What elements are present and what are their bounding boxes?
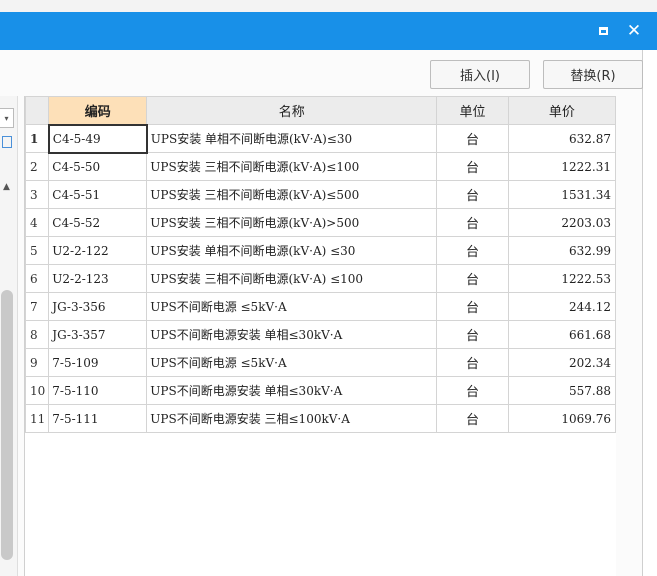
header-code[interactable]: 编码 bbox=[48, 96, 148, 125]
row-number: 5 bbox=[24, 236, 50, 265]
row-number: 2 bbox=[24, 152, 50, 181]
cell-price[interactable]: 1531.34 bbox=[507, 180, 617, 209]
cell-code[interactable]: U2-2-123 bbox=[48, 264, 148, 293]
table-row[interactable]: 6 U2-2-123 UPS安装 三相不间断电源(kV·A) ≤100 台 12… bbox=[24, 264, 617, 293]
row-number: 9 bbox=[24, 348, 50, 377]
cell-unit[interactable]: 台 bbox=[436, 180, 509, 209]
cell-name[interactable]: UPS不间断电源 ≤5kV·A bbox=[146, 348, 438, 377]
cell-unit[interactable]: 台 bbox=[436, 236, 509, 265]
table-row[interactable]: 11 7-5-111 UPS不间断电源安装 三相≤100kV·A 台 1069.… bbox=[24, 404, 617, 433]
row-number: 10 bbox=[24, 376, 50, 405]
insert-button[interactable]: 插入(I) bbox=[430, 60, 530, 89]
cell-unit[interactable]: 台 bbox=[436, 292, 509, 321]
cell-code[interactable]: C4-5-49 bbox=[47, 123, 148, 154]
cell-code[interactable]: 7-5-111 bbox=[48, 404, 148, 433]
cell-unit[interactable]: 台 bbox=[436, 264, 509, 293]
cell-unit[interactable]: 台 bbox=[436, 124, 509, 153]
replace-button[interactable]: 替换(R) bbox=[543, 60, 643, 89]
corner-cell bbox=[24, 96, 50, 125]
table-row[interactable]: 3 C4-5-51 UPS安装 三相不间断电源(kV·A)≤500 台 1531… bbox=[24, 180, 617, 209]
cell-price[interactable]: 661.68 bbox=[507, 320, 617, 349]
cell-price[interactable]: 1222.53 bbox=[507, 264, 617, 293]
cell-code[interactable]: JG-3-357 bbox=[48, 320, 148, 349]
cell-code[interactable]: 7-5-109 bbox=[48, 348, 148, 377]
left-scrollbar-thumb[interactable] bbox=[1, 290, 13, 560]
results-grid: 编码 名称 单位 单价 1 C4-5-49 UPS安装 单相不间断电源(kV·A… bbox=[24, 96, 617, 576]
dialog-titlebar[interactable]: ✕ bbox=[0, 12, 657, 50]
background-area bbox=[643, 50, 657, 576]
maximize-icon[interactable] bbox=[589, 12, 617, 50]
row-number: 3 bbox=[24, 180, 50, 209]
background-window-strip bbox=[0, 0, 657, 12]
cell-price[interactable]: 2203.03 bbox=[507, 208, 617, 237]
cell-unit[interactable]: 台 bbox=[436, 320, 509, 349]
table-row[interactable]: 1 C4-5-49 UPS安装 单相不间断电源(kV·A)≤30 台 632.8… bbox=[24, 123, 617, 154]
header-unit[interactable]: 单位 bbox=[436, 96, 509, 125]
row-number: 6 bbox=[24, 264, 50, 293]
cell-price[interactable]: 202.34 bbox=[507, 348, 617, 377]
cell-code[interactable]: C4-5-51 bbox=[48, 180, 148, 209]
header-name[interactable]: 名称 bbox=[146, 96, 438, 125]
cell-name[interactable]: UPS安装 三相不间断电源(kV·A) ≤100 bbox=[146, 264, 438, 293]
row-number: 4 bbox=[24, 208, 50, 237]
table-row[interactable]: 5 U2-2-122 UPS安装 单相不间断电源(kV·A) ≤30 台 632… bbox=[24, 236, 617, 265]
cell-price[interactable]: 1222.31 bbox=[507, 152, 617, 181]
cell-name[interactable]: UPS安装 三相不间断电源(kV·A)≤100 bbox=[146, 152, 438, 181]
cell-unit[interactable]: 台 bbox=[436, 208, 509, 237]
chevron-down-icon[interactable]: ▾ bbox=[0, 108, 14, 128]
cell-code[interactable]: C4-5-50 bbox=[48, 152, 148, 181]
quota-table: 编码 名称 单位 单价 1 C4-5-49 UPS安装 单相不间断电源(kV·A… bbox=[24, 96, 617, 433]
table-row[interactable]: 2 C4-5-50 UPS安装 三相不间断电源(kV·A)≤100 台 1222… bbox=[24, 152, 617, 181]
table-row[interactable]: 4 C4-5-52 UPS安装 三相不间断电源(kV·A)>500 台 2203… bbox=[24, 208, 617, 237]
cell-name[interactable]: UPS不间断电源安装 单相≤30kV·A bbox=[146, 320, 438, 349]
cell-code[interactable]: JG-3-356 bbox=[48, 292, 148, 321]
row-number: 11 bbox=[24, 404, 50, 433]
table-row[interactable]: 7 JG-3-356 UPS不间断电源 ≤5kV·A 台 244.12 bbox=[24, 292, 617, 321]
cell-code[interactable]: C4-5-52 bbox=[48, 208, 148, 237]
cell-unit[interactable]: 台 bbox=[436, 404, 509, 433]
cell-name[interactable]: UPS不间断电源安装 三相≤100kV·A bbox=[146, 404, 438, 433]
document-icon[interactable] bbox=[2, 136, 12, 148]
cell-price[interactable]: 244.12 bbox=[507, 292, 617, 321]
table-row[interactable]: 8 JG-3-357 UPS不间断电源安装 单相≤30kV·A 台 661.68 bbox=[24, 320, 617, 349]
cell-name[interactable]: UPS安装 三相不间断电源(kV·A)>500 bbox=[146, 208, 438, 237]
cell-name[interactable]: UPS安装 三相不间断电源(kV·A)≤500 bbox=[146, 180, 438, 209]
cell-unit[interactable]: 台 bbox=[436, 152, 509, 181]
cell-name[interactable]: UPS不间断电源 ≤5kV·A bbox=[146, 292, 438, 321]
cell-name[interactable]: UPS不间断电源安装 单相≤30kV·A bbox=[146, 376, 438, 405]
cell-unit[interactable]: 台 bbox=[436, 348, 509, 377]
cell-price[interactable]: 557.88 bbox=[507, 376, 617, 405]
cell-price[interactable]: 632.87 bbox=[507, 124, 617, 153]
header-price[interactable]: 单价 bbox=[507, 96, 617, 125]
cell-code[interactable]: 7-5-110 bbox=[48, 376, 148, 405]
cell-unit[interactable]: 台 bbox=[436, 376, 509, 405]
table-row[interactable]: 10 7-5-110 UPS不间断电源安装 单相≤30kV·A 台 557.88 bbox=[24, 376, 617, 405]
table-header-row: 编码 名称 单位 单价 bbox=[24, 96, 617, 125]
cell-name[interactable]: UPS安装 单相不间断电源(kV·A) ≤30 bbox=[146, 236, 438, 265]
row-number: 1 bbox=[24, 124, 50, 153]
cell-price[interactable]: 1069.76 bbox=[507, 404, 617, 433]
row-number: 8 bbox=[24, 320, 50, 349]
cell-name[interactable]: UPS安装 单相不间断电源(kV·A)≤30 bbox=[146, 124, 438, 153]
cell-code[interactable]: U2-2-122 bbox=[48, 236, 148, 265]
close-icon[interactable]: ✕ bbox=[620, 12, 648, 50]
row-number: 7 bbox=[24, 292, 50, 321]
table-row[interactable]: 9 7-5-109 UPS不间断电源 ≤5kV·A 台 202.34 bbox=[24, 348, 617, 377]
cell-price[interactable]: 632.99 bbox=[507, 236, 617, 265]
scroll-up-icon[interactable]: ▲ bbox=[3, 182, 10, 192]
